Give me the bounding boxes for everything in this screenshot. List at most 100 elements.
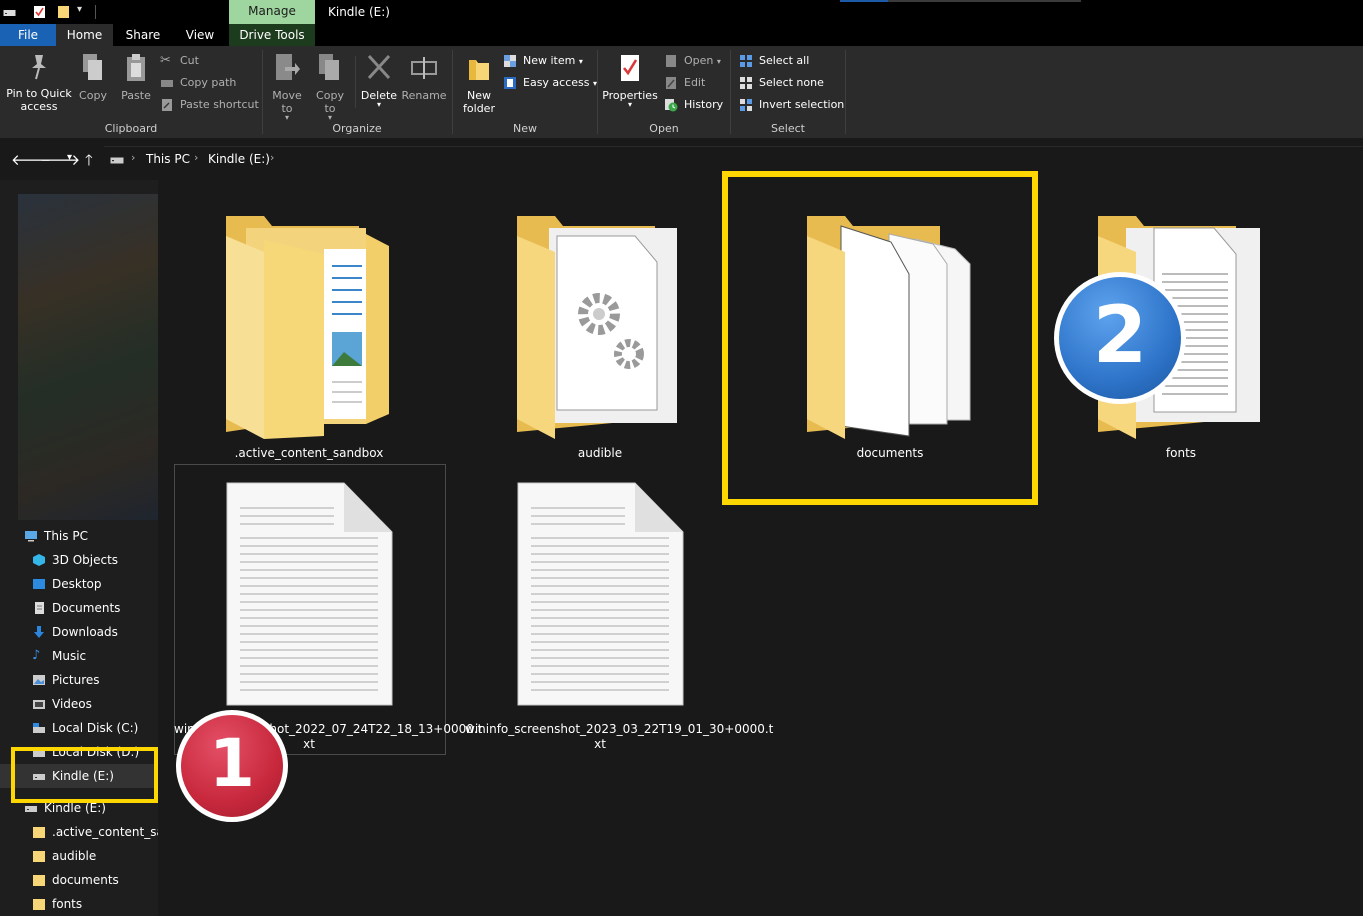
breadcrumb-this-pc[interactable]: This PC (146, 152, 190, 166)
copy-to-label: Copy to (316, 89, 344, 115)
open-icon (666, 55, 676, 67)
folder-icon (33, 850, 45, 862)
navigation-pane: This PC 3D Objects Desktop Documents Dow… (0, 180, 171, 916)
tree-item-audible[interactable]: audible (32, 845, 96, 867)
breadcrumb-separator-icon[interactable]: › (194, 151, 198, 164)
edit-label: Edit (684, 76, 706, 89)
easy-access-label: Easy access (523, 76, 590, 89)
tree-item-documents-folder[interactable]: documents (32, 869, 119, 891)
copy-to-icon (319, 54, 339, 80)
select-none-button[interactable]: Select none (739, 73, 824, 93)
music-icon: ♪ (32, 647, 41, 663)
copy-path-button[interactable]: Copy path (160, 73, 236, 93)
properties-icon[interactable] (33, 5, 46, 19)
tab-manage[interactable]: Manage (229, 0, 315, 24)
tab-view[interactable]: View (173, 24, 227, 46)
tab-file[interactable]: File (0, 24, 56, 46)
annotation-badge-1: 1 (176, 710, 288, 822)
properties-button[interactable]: Properties ▾ (602, 52, 658, 109)
pin-to-quick-access-button[interactable]: Pin to Quick access (4, 52, 74, 113)
move-to-label: Move to (272, 89, 302, 115)
new-item-icon (504, 55, 516, 67)
open-group-label: Open (649, 122, 679, 135)
new-item-label: New item (523, 54, 576, 67)
tree-item-3d-objects[interactable]: 3D Objects (32, 549, 118, 571)
pictures-icon (33, 674, 45, 685)
edit-icon (666, 77, 676, 89)
tree-item-local-disk-c[interactable]: Local Disk (C:) (32, 717, 138, 739)
new-folder-label: New folder (463, 89, 495, 115)
history-button[interactable]: History (664, 95, 723, 115)
tree-item-videos[interactable]: Videos (32, 693, 92, 715)
copy-icon (83, 54, 102, 80)
move-to-button[interactable]: Move to ▾ (268, 52, 306, 122)
tree-label: Desktop (52, 577, 102, 591)
open-button[interactable]: Open ▾ (664, 51, 721, 71)
select-all-button[interactable]: Select all (739, 51, 809, 71)
rename-icon (411, 57, 437, 79)
ribbon-tabs: File Home Share View Drive Tools (0, 24, 1363, 46)
new-folder-button[interactable]: New folder (458, 52, 500, 115)
copy-label: Copy (79, 89, 107, 102)
text-file-item[interactable]: wininfo_screenshot_2022_07_24T22_18_13+0… (174, 464, 482, 754)
tree-item-fonts[interactable]: fonts (32, 893, 82, 915)
tree-item-pictures[interactable]: Pictures (32, 669, 100, 691)
title-accent (840, 0, 888, 2)
tree-item-music[interactable]: ♪ Music (32, 645, 86, 667)
tree-label: Pictures (52, 673, 100, 687)
documents-icon (35, 601, 44, 614)
item-label: wininfo_screenshot_2023_03_22T19_01_30+0… (465, 722, 773, 752)
move-to-icon (276, 54, 300, 80)
forward-arrow-icon[interactable]: 🡒 (40, 150, 80, 169)
up-arrow-icon[interactable]: 🡑 (85, 150, 93, 175)
title-accent-2 (888, 0, 1081, 2)
breadcrumb-separator-icon[interactable]: › (270, 151, 274, 164)
tree-label: documents (52, 873, 119, 887)
recent-locations-chevron-icon[interactable]: ▾ (67, 152, 72, 163)
select-all-label: Select all (759, 54, 810, 67)
open-label: Open (684, 54, 714, 67)
text-file-item[interactable]: wininfo_screenshot_2023_03_22T19_01_30+0… (465, 464, 773, 754)
tree-label: .active_content_san (52, 825, 172, 839)
rename-label: Rename (401, 89, 447, 102)
qat-dropdown-icon[interactable]: ▾ (77, 4, 82, 15)
title-bar: ▾ Manage Kindle (E:) (0, 0, 1363, 24)
breadcrumb-separator-icon[interactable]: › (131, 151, 135, 164)
new-item-button[interactable]: New item ▾ (503, 51, 583, 71)
item-label: audible (577, 446, 623, 460)
cut-label: Cut (180, 54, 199, 67)
tab-drive-tools[interactable]: Drive Tools (229, 24, 315, 46)
paste-shortcut-button[interactable]: Paste shortcut (160, 95, 259, 115)
address-bar[interactable]: › This PC › Kindle (E:) › (104, 146, 1363, 173)
annotation-badge-2: 2 (1054, 272, 1186, 404)
tree-item-desktop[interactable]: Desktop (32, 573, 102, 595)
edit-button[interactable]: Edit (664, 73, 705, 93)
tree-item-downloads[interactable]: Downloads (32, 621, 118, 643)
tree-item-active-content[interactable]: .active_content_san (32, 821, 171, 843)
folder-item[interactable]: .active_content_sandbox (174, 196, 444, 464)
copy-button[interactable]: Copy (76, 52, 110, 102)
navigation-bar: 🡐 🡒 ▾ 🡑 › This PC › Kindle (E:) › (0, 138, 1363, 180)
downloads-icon (34, 625, 44, 638)
delete-dropdown-icon: ▾ (376, 100, 381, 109)
cut-button[interactable]: ✂ Cut (160, 51, 199, 71)
breadcrumb-kindle[interactable]: Kindle (E:) (208, 152, 270, 166)
tree-item-documents[interactable]: Documents (32, 597, 120, 619)
tab-share[interactable]: Share (113, 24, 173, 46)
paste-shortcut-label: Paste shortcut (180, 98, 259, 111)
tab-home[interactable]: Home (56, 24, 113, 46)
tree-item-this-pc[interactable]: This PC (24, 525, 88, 547)
copy-to-button[interactable]: Copy to ▾ (311, 52, 349, 122)
tree-label: 3D Objects (52, 553, 119, 567)
delete-button[interactable]: Delete ▾ (360, 52, 398, 109)
new-folder-icon (469, 60, 489, 80)
invert-selection-button[interactable]: Invert selection (739, 95, 844, 115)
organize-group-label: Organize (332, 122, 382, 135)
folder-item[interactable]: audible (465, 196, 735, 464)
easy-access-button[interactable]: Easy access ▾ (503, 73, 597, 93)
new-folder-icon[interactable] (57, 5, 70, 19)
text-file-icon (517, 482, 684, 706)
rename-button[interactable]: Rename (401, 52, 447, 102)
pin-label: Pin to Quick access (6, 87, 72, 113)
paste-button[interactable]: Paste (118, 52, 154, 102)
